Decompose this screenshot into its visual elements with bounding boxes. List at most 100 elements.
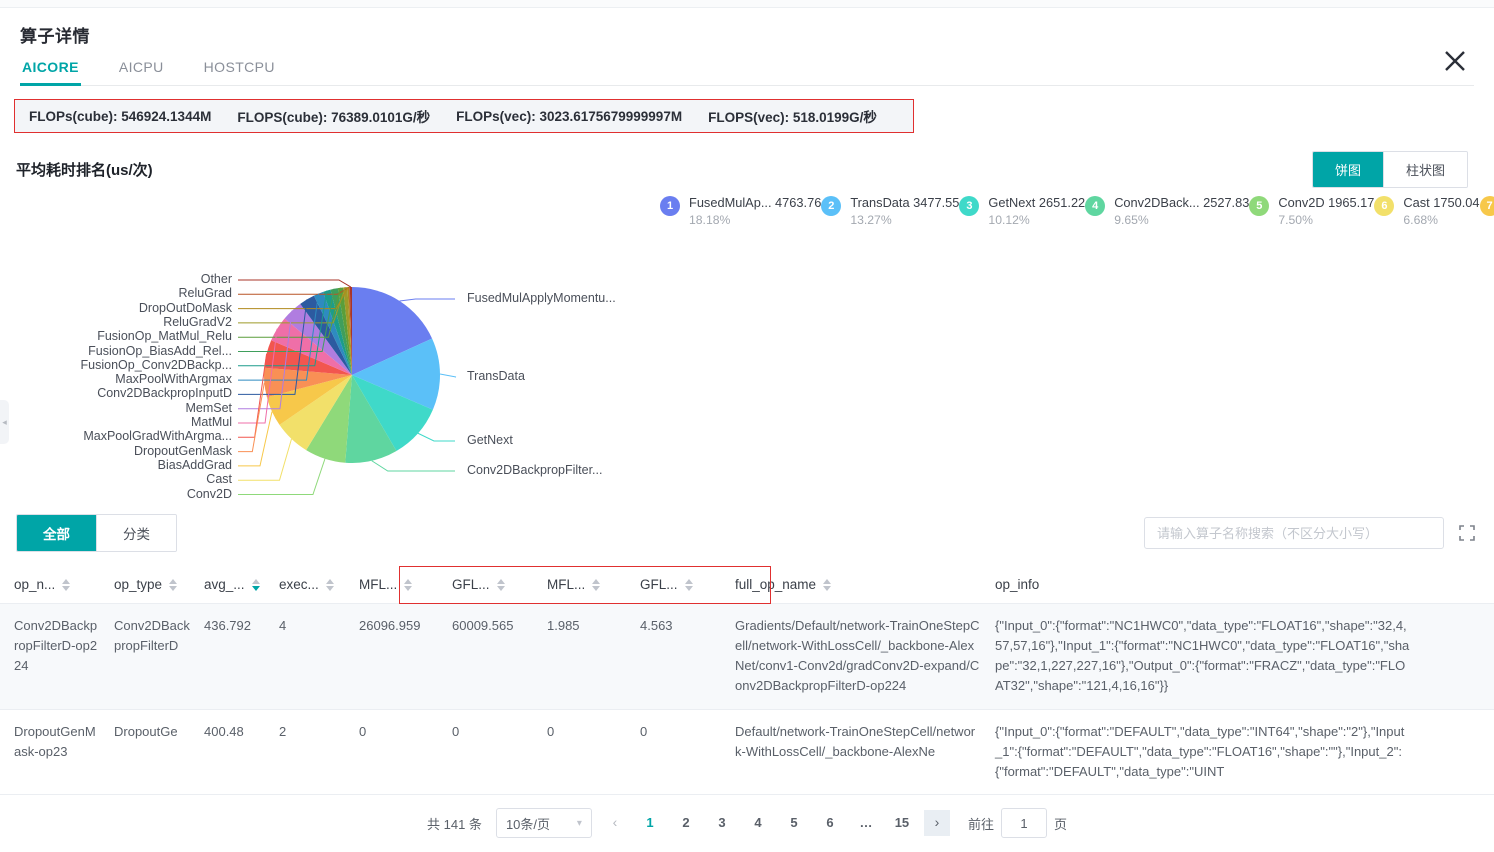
- column-header-7[interactable]: GFL...: [626, 577, 721, 592]
- legend-rank-badge: 6: [1374, 196, 1394, 216]
- column-header-6[interactable]: MFL...: [533, 577, 626, 592]
- legend-rank-badge: 2: [821, 196, 841, 216]
- table-cell-avg: 400.48: [190, 710, 265, 794]
- legend-item[interactable]: 5Conv2D 1965.177.50%: [1249, 194, 1374, 252]
- chevron-right-icon[interactable]: ›: [924, 810, 950, 836]
- table-row[interactable]: DropoutGenMask-op23DropoutGe400.4820000D…: [0, 710, 1494, 795]
- page-jump-input[interactable]: [1001, 808, 1047, 838]
- pagination-total: 共 141 条: [427, 814, 482, 833]
- table-cell-op_info: {"Input_0":{"format":"DEFAULT","data_typ…: [981, 710, 1411, 794]
- table-cell-full_op_name: Default/network-TrainOneStepCell/network…: [721, 710, 981, 794]
- page-number[interactable]: 6: [818, 810, 842, 836]
- pie-slice-label: GetNext: [467, 433, 513, 447]
- tab-aicore[interactable]: AICORE: [20, 55, 81, 85]
- table-cell-full_op_name: Gradients/Default/network-TrainOneStepCe…: [721, 604, 981, 709]
- pagination: 共 141 条 10条/页 ▾ ‹ 123456 … 15 › 前往 页: [0, 808, 1494, 838]
- page-number[interactable]: 5: [782, 810, 806, 836]
- column-header-5[interactable]: GFL...: [438, 577, 533, 592]
- column-header-4[interactable]: MFL...: [345, 577, 438, 592]
- column-header-3[interactable]: exec...: [265, 577, 345, 592]
- table-cell-avg: 436.792: [190, 604, 265, 709]
- legend-rank-badge: 5: [1249, 196, 1269, 216]
- column-header-label: GFL...: [452, 577, 490, 592]
- toggle-pie-chart[interactable]: 饼图: [1313, 152, 1383, 187]
- tab-aicpu[interactable]: AICPU: [117, 55, 166, 85]
- legend-item[interactable]: 1FusedMulAp... 4763.7618.18%: [660, 194, 821, 252]
- flops-cube-total: FLOPs(cube): 546924.1344M: [29, 109, 211, 124]
- sort-toggle-icon[interactable]: [497, 579, 505, 591]
- table-row[interactable]: Conv2DBackpropFilterD-op224Conv2DBackpro…: [0, 604, 1494, 710]
- legend-item-label: FusedMulAp... 4763.76: [689, 194, 821, 211]
- pie-slice-label: FusionOp_Conv2DBackp...: [81, 358, 232, 372]
- column-header-label: exec...: [279, 577, 319, 592]
- flops-cube-rate: FLOPS(cube): 76389.0101G/秒: [237, 106, 430, 126]
- chart-type-toggle: 饼图 柱状图: [1312, 151, 1468, 188]
- page-number[interactable]: 2: [674, 810, 698, 836]
- pie-chart[interactable]: FusedMulApplyMomentu...TransDataGetNextC…: [0, 188, 660, 508]
- sort-toggle-icon[interactable]: [685, 579, 693, 591]
- pie-slice-label: DropOutDoMask: [139, 301, 232, 315]
- segment-all[interactable]: 全部: [17, 515, 96, 551]
- legend-item-label: Conv2DBack... 2527.83: [1114, 194, 1249, 211]
- column-header-2[interactable]: avg_...: [190, 577, 265, 592]
- column-header-0[interactable]: op_n...: [0, 577, 100, 592]
- table-cell-mfl2: 0: [533, 710, 626, 794]
- table-cell-gfl2: 4.563: [626, 604, 721, 709]
- page-size-select[interactable]: 10条/页 ▾: [496, 808, 592, 838]
- page-number-list: 123456 … 15: [638, 810, 914, 836]
- legend-item[interactable]: 6Cast 1750.046.68%: [1374, 194, 1479, 252]
- sort-toggle-icon[interactable]: [169, 579, 177, 591]
- table-cell-op_type: Conv2DBackpropFilterD: [100, 604, 190, 709]
- column-header-8[interactable]: full_op_name: [721, 577, 981, 592]
- column-header-9: op_info: [981, 577, 1411, 592]
- page-number[interactable]: 15: [890, 810, 914, 836]
- dialog-header: 算子详情 AICORE AICPU HOSTCPU: [0, 8, 1494, 86]
- legend-item-label: GetNext 2651.22: [988, 194, 1085, 211]
- table-cell-gfl1: 0: [438, 710, 533, 794]
- legend-item[interactable]: 4Conv2DBack... 2527.839.65%: [1085, 194, 1249, 252]
- table-cell-mfl2: 1.985: [533, 604, 626, 709]
- segment-category[interactable]: 分类: [96, 515, 176, 551]
- legend-item[interactable]: 7BiasAddGra... 1447.215.52%: [1480, 194, 1494, 252]
- close-icon[interactable]: [1440, 46, 1470, 76]
- search-row: [1144, 517, 1476, 549]
- table-body: Conv2DBackpropFilterD-op224Conv2DBackpro…: [0, 604, 1494, 795]
- table-toolbar: 全部 分类: [0, 514, 1494, 552]
- chart-area: FusedMulApplyMomentu...TransDataGetNextC…: [0, 188, 1494, 508]
- column-header-label: op_n...: [14, 577, 55, 592]
- sort-toggle-icon[interactable]: [326, 579, 334, 591]
- page-number[interactable]: 1: [638, 810, 662, 836]
- column-header-label: MFL...: [359, 577, 397, 592]
- table-filter-segments: 全部 分类: [16, 514, 177, 552]
- page-ellipsis[interactable]: …: [854, 810, 878, 836]
- pie-slice-label: Cast: [206, 472, 232, 486]
- table-cell-gfl1: 60009.565: [438, 604, 533, 709]
- table-cell-op_name: DropoutGenMask-op23: [0, 710, 100, 794]
- pie-slice-label: Conv2DBackpropInputD: [97, 386, 232, 400]
- legend-item[interactable]: 2TransData 3477.5513.27%: [821, 194, 959, 252]
- search-input[interactable]: [1144, 517, 1444, 549]
- table-cell-op_type: DropoutGe: [100, 710, 190, 794]
- tab-hostcpu[interactable]: HOSTCPU: [202, 55, 277, 85]
- page-number[interactable]: 4: [746, 810, 770, 836]
- pie-slice-labels: FusedMulApplyMomentu...TransDataGetNextC…: [0, 188, 660, 508]
- table-cell-op_info: {"Input_0":{"format":"NC1HWC0","data_typ…: [981, 604, 1411, 709]
- page-jump-suffix: 页: [1054, 814, 1067, 833]
- chevron-down-icon: ▾: [577, 818, 582, 829]
- legend-item[interactable]: 3GetNext 2651.2210.12%: [959, 194, 1085, 252]
- legend-rank-badge: 4: [1085, 196, 1105, 216]
- column-header-1[interactable]: op_type: [100, 577, 190, 592]
- sort-toggle-icon[interactable]: [404, 579, 412, 591]
- page-jump: 前往 页: [968, 808, 1067, 838]
- sort-toggle-icon[interactable]: [823, 579, 831, 591]
- page-number[interactable]: 3: [710, 810, 734, 836]
- sort-toggle-icon[interactable]: [592, 579, 600, 591]
- sort-toggle-icon[interactable]: [252, 579, 260, 591]
- sort-toggle-icon[interactable]: [62, 579, 70, 591]
- chevron-left-icon[interactable]: ‹: [602, 810, 628, 836]
- column-header-label: full_op_name: [735, 577, 816, 592]
- sidebar-collapse-handle[interactable]: ◂: [0, 400, 9, 444]
- legend-item-percent: 10.12%: [988, 212, 1085, 228]
- toggle-bar-chart[interactable]: 柱状图: [1383, 152, 1467, 187]
- expand-icon[interactable]: [1458, 524, 1476, 542]
